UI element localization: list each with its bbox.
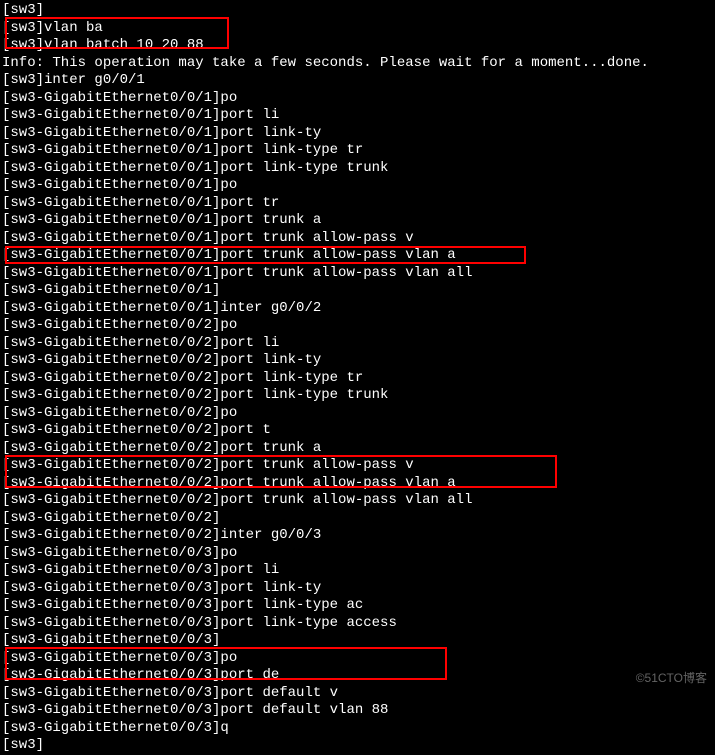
terminal-line: [sw3-GigabitEthernet0/0/2]po (2, 405, 713, 423)
terminal-line: [sw3-GigabitEthernet0/0/3]port li (2, 562, 713, 580)
terminal-line: [sw3] (2, 737, 713, 755)
terminal-line: [sw3-GigabitEthernet0/0/2]po (2, 317, 713, 335)
terminal-line: [sw3-GigabitEthernet0/0/2]port t (2, 422, 713, 440)
terminal-line: [sw3-GigabitEthernet0/0/3]port default v (2, 685, 713, 703)
terminal-line: [sw3-GigabitEthernet0/0/3]port link-type… (2, 597, 713, 615)
terminal-line: [sw3-GigabitEthernet0/0/1]inter g0/0/2 (2, 300, 713, 318)
terminal-line: [sw3-GigabitEthernet0/0/3]port default v… (2, 702, 713, 720)
terminal-line: [sw3-GigabitEthernet0/0/1]port link-ty (2, 125, 713, 143)
terminal-line: [sw3-GigabitEthernet0/0/1]port li (2, 107, 713, 125)
terminal-line: [sw3-GigabitEthernet0/0/3]port de (2, 667, 713, 685)
terminal-line: [sw3-GigabitEthernet0/0/1]port trunk all… (2, 247, 713, 265)
terminal-line: [sw3-GigabitEthernet0/0/2] (2, 510, 713, 528)
terminal-line: [sw3-GigabitEthernet0/0/3]po (2, 650, 713, 668)
terminal-line: [sw3-GigabitEthernet0/0/3] (2, 632, 713, 650)
terminal-line: [sw3-GigabitEthernet0/0/1]po (2, 90, 713, 108)
terminal-line: Info: This operation may take a few seco… (2, 55, 713, 73)
terminal-line: [sw3-GigabitEthernet0/0/2]inter g0/0/3 (2, 527, 713, 545)
terminal-line: [sw3-GigabitEthernet0/0/3]po (2, 545, 713, 563)
terminal-line: [sw3] (2, 2, 713, 20)
terminal-line: [sw3]vlan ba (2, 20, 713, 38)
terminal-line: [sw3-GigabitEthernet0/0/2]port link-type… (2, 370, 713, 388)
terminal-line: [sw3-GigabitEthernet0/0/2]port trunk all… (2, 492, 713, 510)
terminal-line: [sw3-GigabitEthernet0/0/3]port link-type… (2, 615, 713, 633)
terminal-line: [sw3-GigabitEthernet0/0/3]q (2, 720, 713, 738)
terminal-line: [sw3-GigabitEthernet0/0/2]port link-ty (2, 352, 713, 370)
terminal-line: [sw3]inter g0/0/1 (2, 72, 713, 90)
terminal-line: [sw3-GigabitEthernet0/0/1]port trunk a (2, 212, 713, 230)
terminal-line: [sw3-GigabitEthernet0/0/1]port link-type… (2, 160, 713, 178)
watermark-text: ©51CTO博客 (636, 671, 707, 686)
terminal-line: [sw3-GigabitEthernet0/0/1] (2, 282, 713, 300)
terminal-line: [sw3-GigabitEthernet0/0/2]port li (2, 335, 713, 353)
terminal-line: [sw3-GigabitEthernet0/0/2]port trunk all… (2, 475, 713, 493)
terminal-line: [sw3]vlan batch 10 20 88 (2, 37, 713, 55)
terminal-line: [sw3-GigabitEthernet0/0/2]port trunk a (2, 440, 713, 458)
terminal-line: [sw3-GigabitEthernet0/0/1]port tr (2, 195, 713, 213)
terminal-line: [sw3-GigabitEthernet0/0/1]po (2, 177, 713, 195)
terminal-line: [sw3-GigabitEthernet0/0/1]port trunk all… (2, 230, 713, 248)
terminal-output: [sw3][sw3]vlan ba[sw3]vlan batch 10 20 8… (2, 2, 713, 755)
terminal-line: [sw3-GigabitEthernet0/0/2]port link-type… (2, 387, 713, 405)
terminal-line: [sw3-GigabitEthernet0/0/1]port trunk all… (2, 265, 713, 283)
terminal-line: [sw3-GigabitEthernet0/0/3]port link-ty (2, 580, 713, 598)
terminal-line: [sw3-GigabitEthernet0/0/1]port link-type… (2, 142, 713, 160)
terminal-line: [sw3-GigabitEthernet0/0/2]port trunk all… (2, 457, 713, 475)
